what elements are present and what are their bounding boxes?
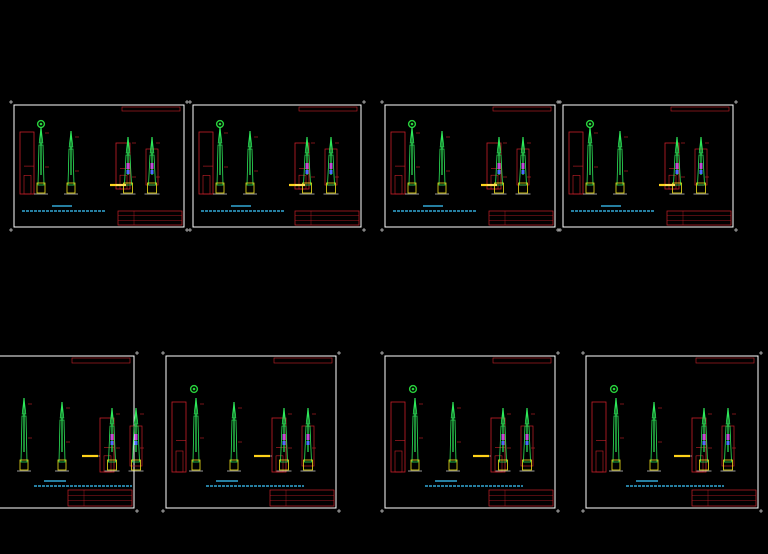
section-marker [192,387,196,391]
pole-accent [501,434,505,440]
outline-profile [390,401,406,473]
title-block [666,210,732,226]
pole-accent [282,434,286,440]
title-block [117,210,183,226]
pole-accent [126,170,130,174]
cad-model-space[interactable] [0,0,768,554]
drawing-sheet [0,351,144,513]
drawing-sheet [558,100,738,232]
title-block-frame [488,489,554,507]
outline-profile [198,131,214,195]
pole-accent [305,163,309,169]
pole-accent [150,163,154,169]
section-marker [410,122,414,126]
outline-profile [202,175,211,195]
title-block-frame [117,210,183,226]
pole-accent [282,441,286,445]
pole-accent [702,441,706,445]
pole-accent [501,441,505,445]
sheet-border [585,355,759,509]
section-marker [218,122,222,126]
outline-profile [175,450,184,473]
pole-accent [497,163,501,169]
pole-accent [306,434,310,440]
title-block [488,489,554,507]
title-block-frame [294,210,360,226]
title-strip [121,106,181,112]
drawing-sheets [0,100,763,513]
section-marker [588,122,592,126]
outline-profile [390,131,406,195]
section-marker [39,122,43,126]
drawing-sheet [581,351,763,513]
sheet-border [384,104,556,228]
pole-accent [329,163,333,169]
pole-accent [134,441,138,445]
drawing-sheet [380,100,560,232]
title-block [691,489,757,507]
pole-accent [699,170,703,174]
title-strip [273,357,333,364]
outline-profile [595,450,604,473]
drawing-sheet [380,351,560,513]
pole-accent [134,434,138,440]
section-marker [411,387,415,391]
outline-profile [591,401,607,473]
title-strip [71,357,131,364]
drawing-sheet [9,100,189,232]
pole-accent [702,434,706,440]
outline-profile [171,401,187,473]
pole-accent [675,163,679,169]
pole-accent [525,441,529,445]
pole-accent [525,434,529,440]
pole-accent [126,163,130,169]
title-strip [492,106,552,112]
outline-profile [572,175,581,195]
pole-accent [726,441,730,445]
pole-accent [497,170,501,174]
title-strip [670,106,730,112]
pole-accent [329,170,333,174]
title-block [294,210,360,226]
title-block [488,210,554,226]
title-block-frame [691,489,757,507]
outline-profile [568,131,584,195]
sheet-border [562,104,734,228]
outline-profile [394,175,403,195]
pole-accent [521,163,525,169]
pole-accent [110,434,114,440]
pole-accent [306,441,310,445]
outline-profile [23,175,32,195]
title-strip [492,357,552,364]
drawing-sheet [188,100,366,232]
title-block [67,489,133,507]
title-strip [695,357,755,364]
sheet-border [13,104,185,228]
title-block-frame [67,489,133,507]
pole-accent [675,170,679,174]
pole-accent [699,163,703,169]
pole-accent [110,441,114,445]
title-block-frame [666,210,732,226]
title-block [269,489,335,507]
title-strip [298,106,358,112]
outline-profile [394,450,403,473]
title-block-frame [269,489,335,507]
sheet-border [192,104,362,228]
pole-accent [726,434,730,440]
title-block-frame [488,210,554,226]
outline-profile [19,131,35,195]
drawing-sheet [161,351,341,513]
section-marker [612,387,616,391]
pole-accent [150,170,154,174]
pole-accent [305,170,309,174]
pole-accent [521,170,525,174]
